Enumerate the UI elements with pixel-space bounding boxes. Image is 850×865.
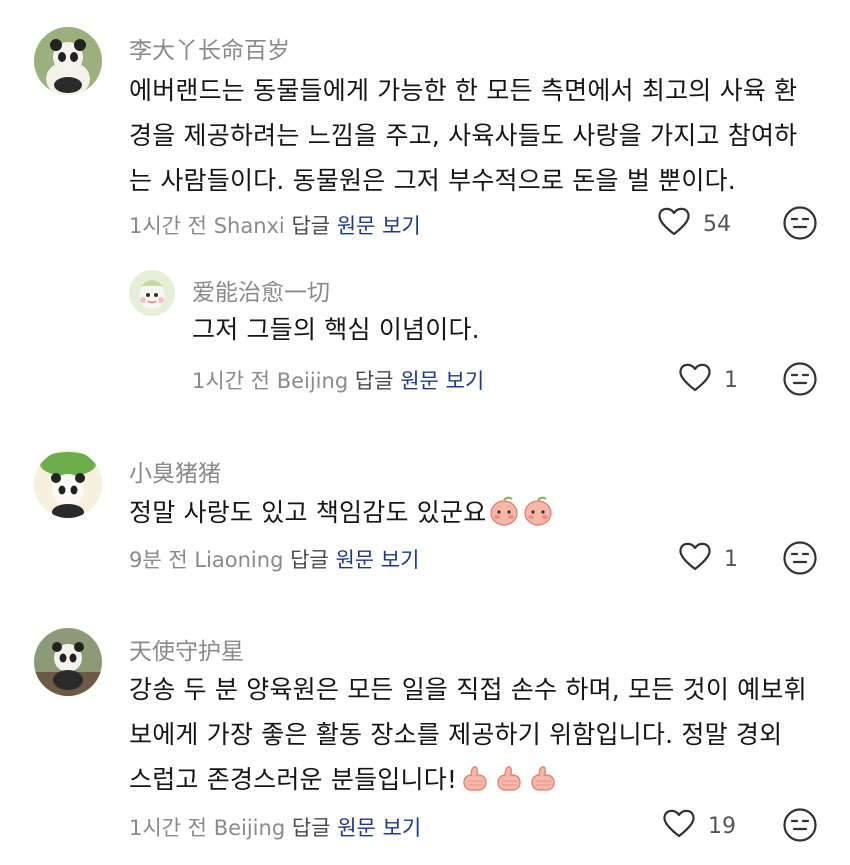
comment-text: 정말 사랑도 있고 책임감도 있군요 (129, 490, 554, 541)
comment-line: 에버랜드는 동물들에게 가능한 한 모든 측면에서 최고의 사육 환 (129, 76, 798, 105)
location: Shanxi (213, 214, 285, 238)
comment-line: 는 사람들이다. 동물원은 그저 부수적으로 돈을 벌 뿐이다. (129, 166, 736, 195)
heart-outline-icon (678, 541, 712, 577)
like-button[interactable]: 54 (657, 206, 731, 242)
comment-meta: 1시간 전 Shanxi 답글 원문 보기 (129, 210, 421, 240)
avatar[interactable] (34, 450, 102, 518)
comment-line-text: 스럽고 존경스러운 분들입니다! (129, 765, 458, 794)
view-original-button[interactable]: 원문 보기 (400, 369, 484, 393)
comment-line: 정말 사랑도 있고 책임감도 있군요 (129, 490, 554, 541)
thumbs-up-emoji (527, 762, 559, 808)
shy-peach-emoji (522, 495, 554, 541)
like-count: 54 (703, 211, 731, 237)
heart-outline-icon (662, 808, 696, 844)
username[interactable]: 爱能治愈一切 (192, 273, 330, 307)
location: Beijing (276, 369, 349, 393)
comment-line-text: 정말 사랑도 있고 책임감도 있군요 (129, 498, 487, 527)
like-button[interactable]: 19 (662, 808, 736, 844)
username[interactable]: 小臭猪猪 (129, 454, 221, 488)
comment-meta: 9분 전 Liaoning 답글 원문 보기 (129, 544, 419, 574)
timestamp: 1시간 전 (129, 816, 207, 840)
reply-button[interactable]: 답글 (291, 214, 330, 238)
like-count: 1 (724, 546, 738, 572)
like-count: 19 (708, 813, 736, 839)
like-count: 1 (724, 367, 738, 393)
view-original-button[interactable]: 원문 보기 (337, 214, 421, 238)
comment-text: 에버랜드는 동물들에게 가능한 한 모든 측면에서 최고의 사육 환 경을 제공… (129, 68, 797, 203)
comment-text: 강송 두 분 양육원은 모든 일을 직접 손수 하며, 모든 것이 예보휘 보에… (129, 667, 807, 808)
comment-line: 그저 그들의 핵심 이념이다. (192, 315, 480, 344)
shy-peach-emoji (488, 495, 520, 541)
comment-line: 경을 제공하려는 느낌을 주고, 사육사들도 사랑을 가지고 참여하 (129, 121, 798, 150)
reply-button[interactable]: 답글 (355, 369, 394, 393)
thumbs-up-emoji (459, 762, 491, 808)
thumbs-up-emoji (493, 762, 525, 808)
timestamp: 1시간 전 (192, 369, 270, 393)
view-original-button[interactable]: 원문 보기 (337, 816, 421, 840)
location: Beijing (213, 816, 286, 840)
timestamp: 1시간 전 (129, 214, 207, 238)
avatar[interactable] (34, 27, 102, 95)
comment-line: 보에게 가장 좋은 활동 장소를 제공하기 위함입니다. 정말 경외 (129, 720, 783, 749)
timestamp: 9분 전 (129, 548, 188, 572)
neutral-face-icon[interactable] (782, 205, 818, 241)
like-button[interactable]: 1 (678, 362, 738, 398)
like-button[interactable]: 1 (678, 541, 738, 577)
username[interactable]: 天使守护星 (129, 632, 244, 666)
neutral-face-icon[interactable] (782, 540, 818, 576)
view-original-button[interactable]: 원문 보기 (335, 548, 419, 572)
heart-outline-icon (657, 206, 691, 242)
comment-text: 그저 그들의 핵심 이념이다. (192, 307, 480, 352)
comment-meta: 1시간 전 Beijing 답글 원문 보기 (192, 365, 484, 395)
comment-line: 스럽고 존경스러운 분들입니다! (129, 757, 807, 808)
comment-line: 강송 두 분 양육원은 모든 일을 직접 손수 하며, 모든 것이 예보휘 (129, 675, 807, 704)
username[interactable]: 李大丫长命百岁 (129, 31, 290, 65)
neutral-face-icon[interactable] (782, 807, 818, 843)
location: Liaoning (194, 548, 284, 572)
comment-meta: 1시간 전 Beijing 답글 원문 보기 (129, 812, 421, 842)
heart-outline-icon (678, 362, 712, 398)
neutral-face-icon[interactable] (782, 361, 818, 397)
reply-button[interactable]: 답글 (290, 548, 329, 572)
avatar[interactable] (34, 628, 102, 696)
reply-button[interactable]: 답글 (292, 816, 331, 840)
avatar[interactable] (129, 270, 175, 316)
